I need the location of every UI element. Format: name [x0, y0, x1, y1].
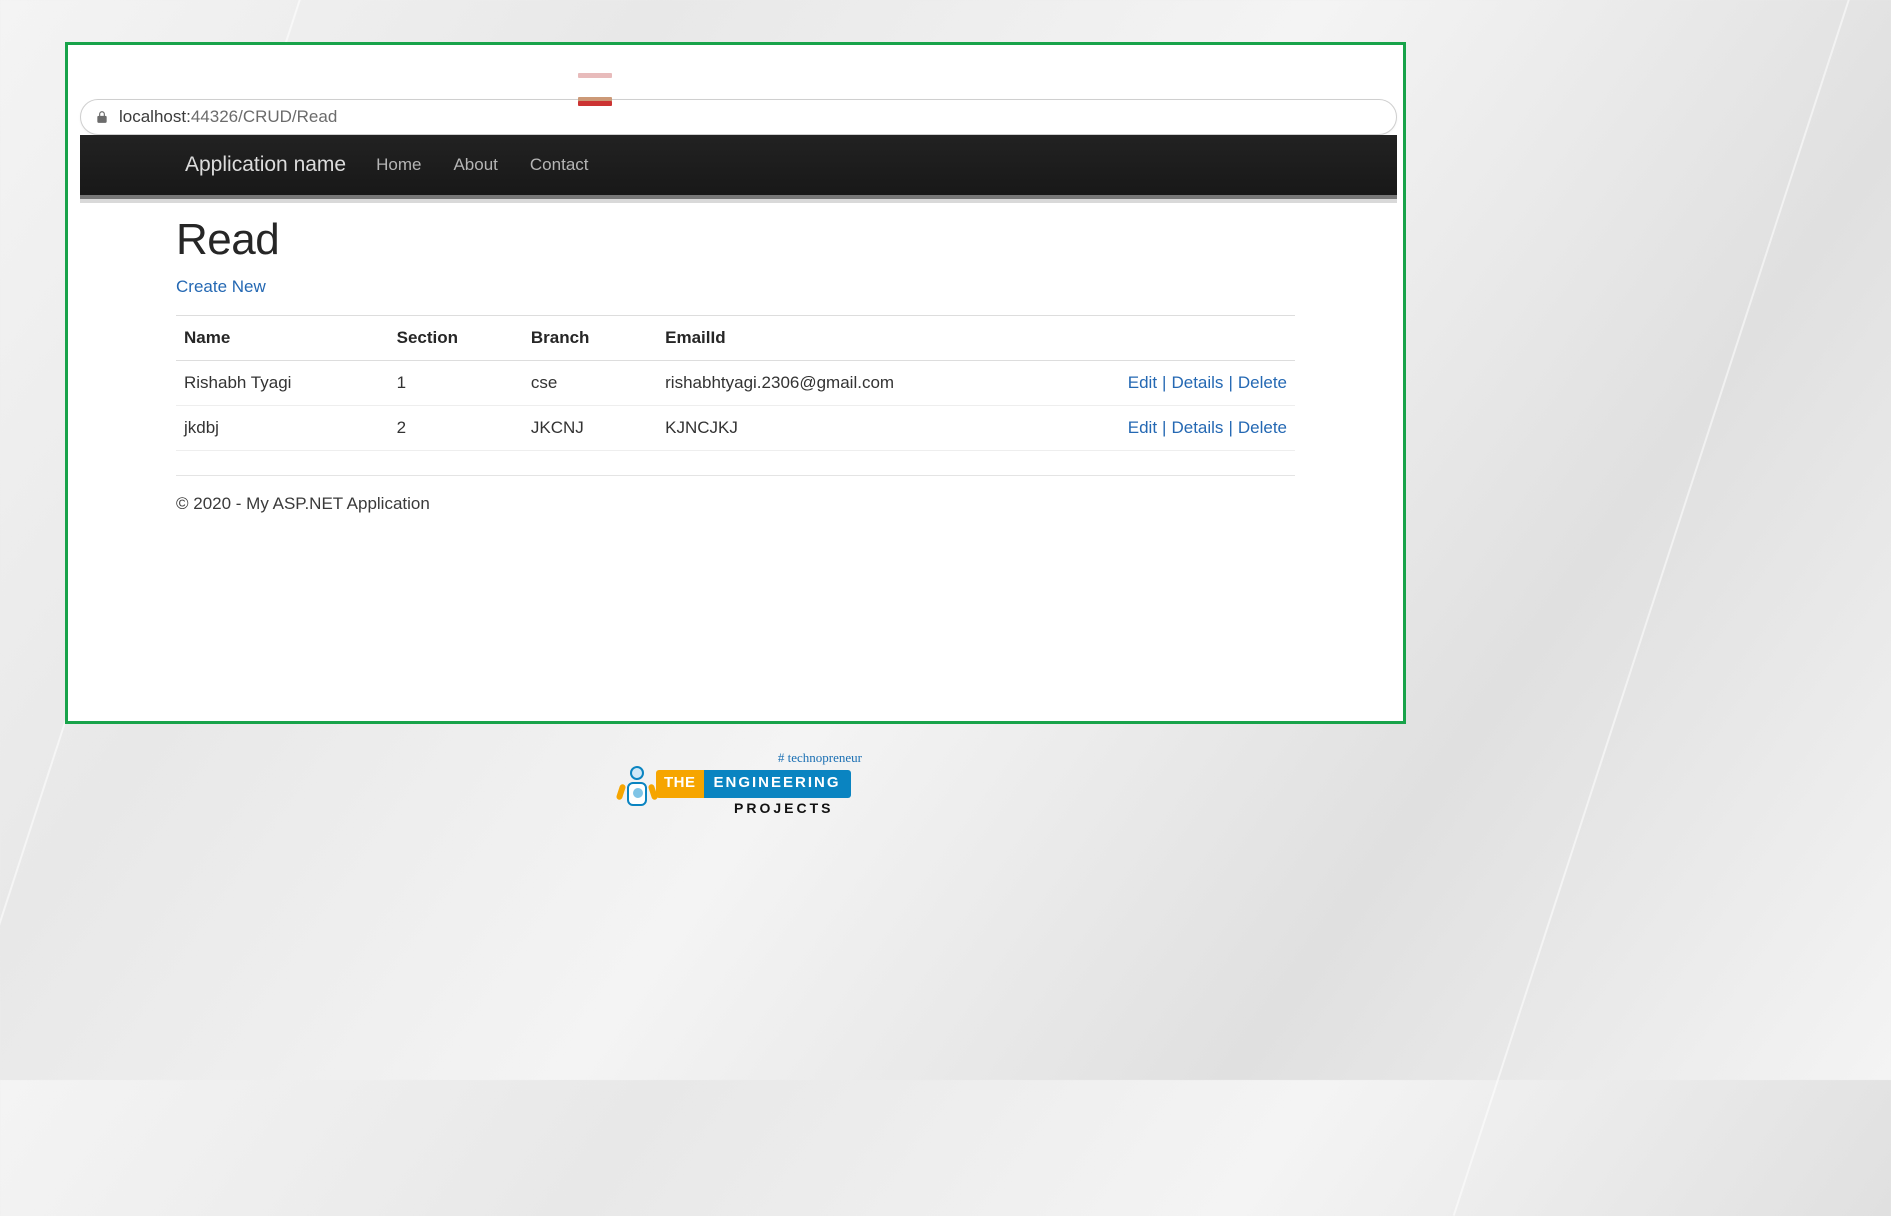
- lock-icon: [95, 110, 109, 124]
- details-link[interactable]: Details: [1171, 418, 1223, 437]
- table-row: jkdbj 2 JKCNJ KJNCJKJ Edit | Details | Delet…: [176, 406, 1295, 451]
- delete-link[interactable]: Delete: [1238, 418, 1287, 437]
- engineering-projects-logo: # technopreneur THE ENGINEERING PROJECTS: [608, 748, 868, 834]
- navbar: Application name Home About Contact: [80, 135, 1397, 195]
- edit-link[interactable]: Edit: [1128, 373, 1157, 392]
- col-branch: Branch: [523, 316, 657, 361]
- cell-actions: Edit | Details | Delete: [1094, 361, 1295, 406]
- col-section: Section: [389, 316, 523, 361]
- brand-link[interactable]: Application name: [185, 153, 346, 177]
- col-email: EmailId: [657, 316, 1093, 361]
- screenshot-frame: localhost:44326/CRUD/Read Application na…: [65, 42, 1406, 724]
- badge-projects: PROJECTS: [734, 800, 833, 816]
- create-new-link[interactable]: Create New: [176, 277, 266, 297]
- footer-text: © 2020 - My ASP.NET Application: [176, 494, 1295, 514]
- records-table: Name Section Branch EmailId Rishabh Tyag…: [176, 315, 1295, 451]
- col-name: Name: [176, 316, 389, 361]
- main-content: Read Create New Name Section Branch Emai…: [176, 215, 1295, 514]
- table-row: Rishabh Tyagi 1 cse rishabhtyagi.2306@gm…: [176, 361, 1295, 406]
- url-host: localhost:: [119, 107, 191, 127]
- nav-about[interactable]: About: [453, 155, 497, 175]
- url-path: 44326/CRUD/Read: [191, 107, 337, 127]
- table-header-row: Name Section Branch EmailId: [176, 316, 1295, 361]
- address-bar[interactable]: localhost:44326/CRUD/Read: [80, 99, 1397, 135]
- separator: |: [1228, 373, 1232, 392]
- separator: |: [1228, 418, 1232, 437]
- details-link[interactable]: Details: [1171, 373, 1223, 392]
- edit-link[interactable]: Edit: [1128, 418, 1157, 437]
- cell-name: Rishabh Tyagi: [176, 361, 389, 406]
- col-actions: [1094, 316, 1295, 361]
- cell-section: 2: [389, 406, 523, 451]
- cell-branch: JKCNJ: [523, 406, 657, 451]
- badge-the: THE: [656, 770, 704, 798]
- cell-actions: Edit | Details | Delete: [1094, 406, 1295, 451]
- cell-section: 1: [389, 361, 523, 406]
- nav-home[interactable]: Home: [376, 155, 421, 175]
- nav-contact[interactable]: Contact: [530, 155, 589, 175]
- separator: |: [1162, 418, 1166, 437]
- robot-icon: [620, 766, 654, 814]
- separator: |: [1162, 373, 1166, 392]
- badge-tagline: # technopreneur: [778, 750, 862, 766]
- divider: [176, 475, 1295, 476]
- page-title: Read: [176, 215, 1295, 265]
- cell-name: jkdbj: [176, 406, 389, 451]
- decorative-mark: [578, 101, 612, 106]
- badge-engineering: ENGINEERING: [704, 770, 851, 798]
- cell-branch: cse: [523, 361, 657, 406]
- delete-link[interactable]: Delete: [1238, 373, 1287, 392]
- cell-email: KJNCJKJ: [657, 406, 1093, 451]
- cell-email: rishabhtyagi.2306@gmail.com: [657, 361, 1093, 406]
